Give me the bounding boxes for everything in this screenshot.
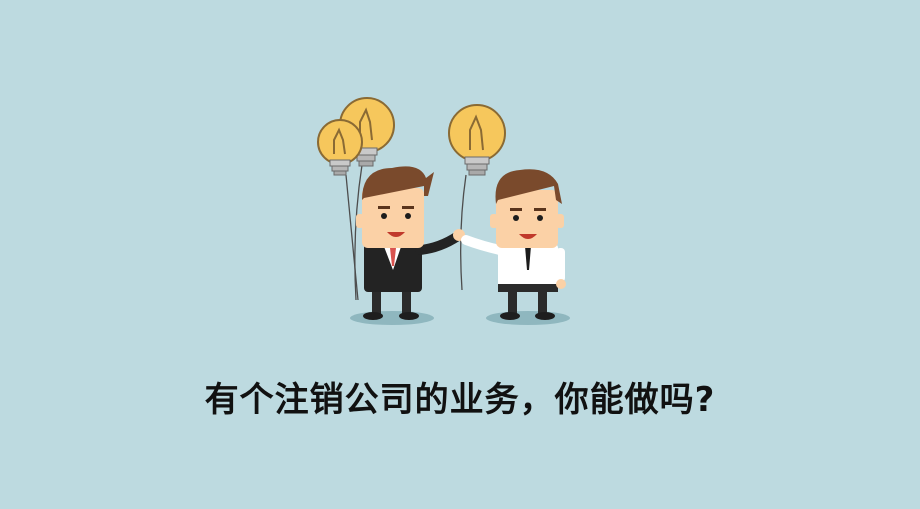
businessman-in-suit [356,166,465,320]
lightbulb-icon [448,104,506,176]
right-man-shadow [486,311,570,325]
caption-question: 有个注销公司的业务，你能做吗? [204,380,716,420]
two-businessmen-with-idea-bulbs-illustration [317,97,570,325]
bulb-string-left-1 [345,174,359,301]
banner: 有个注销公司的业务，你能做吗? [0,0,920,509]
left-man-shadow [350,311,434,325]
lightbulb-icon [317,119,363,176]
businessman-in-shirt [461,169,566,320]
